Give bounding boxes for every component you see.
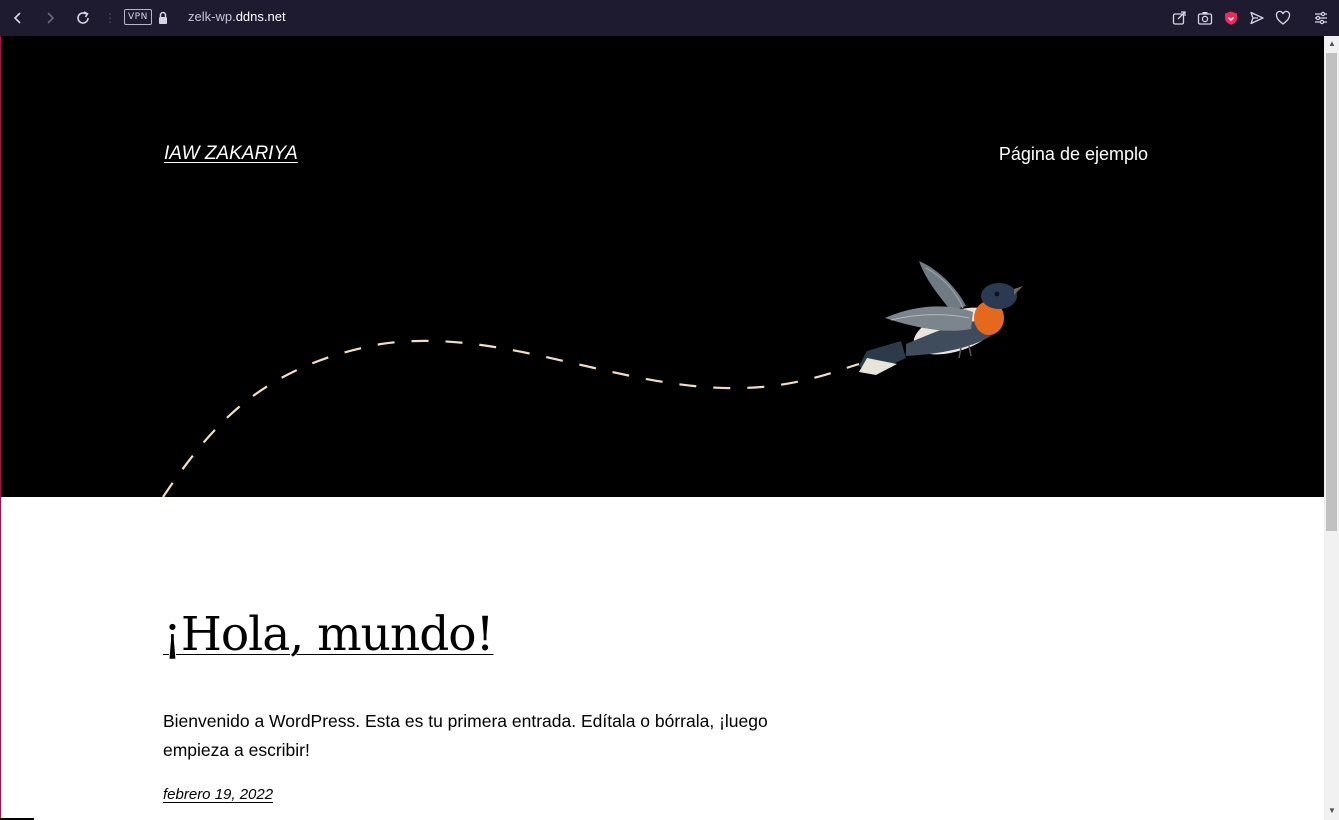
camera-icon[interactable] — [1193, 6, 1217, 30]
site-title-link[interactable]: IAW ZAKARIYA — [164, 142, 298, 166]
post-title-link[interactable]: ¡Hola, mundo! — [163, 603, 494, 667]
url-domain: ddns.net — [235, 9, 286, 24]
url-prefix: zelk-wp. — [188, 9, 236, 24]
shield-icon[interactable] — [1219, 6, 1243, 30]
nav-link-sample-page[interactable]: Página de ejemplo — [999, 142, 1148, 166]
toolbar-separator: ⋮ — [104, 11, 116, 25]
send-icon[interactable] — [1245, 6, 1269, 30]
post-excerpt: Bienvenido a WordPress. Esta es tu prime… — [163, 711, 768, 760]
scroll-down-icon[interactable]: ▼ — [1327, 806, 1337, 816]
post-date-link[interactable]: febrero 19, 2022 — [163, 784, 273, 806]
scrollbar-thumb[interactable] — [1326, 53, 1337, 531]
share-icon[interactable] — [1167, 6, 1191, 30]
bird-flight-illustration — [162, 261, 1023, 497]
vpn-badge[interactable]: VPN — [124, 9, 152, 25]
heart-icon[interactable] — [1271, 6, 1295, 30]
flight-path — [162, 339, 860, 497]
address-bar[interactable]: zelk-wp.ddns.net — [188, 9, 286, 25]
lock-icon[interactable] — [151, 6, 175, 30]
site-header: IAW ZAKARIYA Página de ejemplo — [1, 36, 1324, 497]
forward-icon[interactable] — [38, 6, 62, 30]
browser-toolbar: ⋮ VPN zelk-wp.ddns.net — [0, 0, 1339, 36]
back-icon[interactable] — [6, 6, 30, 30]
reload-icon[interactable] — [71, 6, 95, 30]
scroll-up-icon[interactable]: ▲ — [1327, 39, 1337, 49]
bird-icon — [859, 261, 1023, 375]
menu-icon[interactable] — [1309, 6, 1333, 30]
